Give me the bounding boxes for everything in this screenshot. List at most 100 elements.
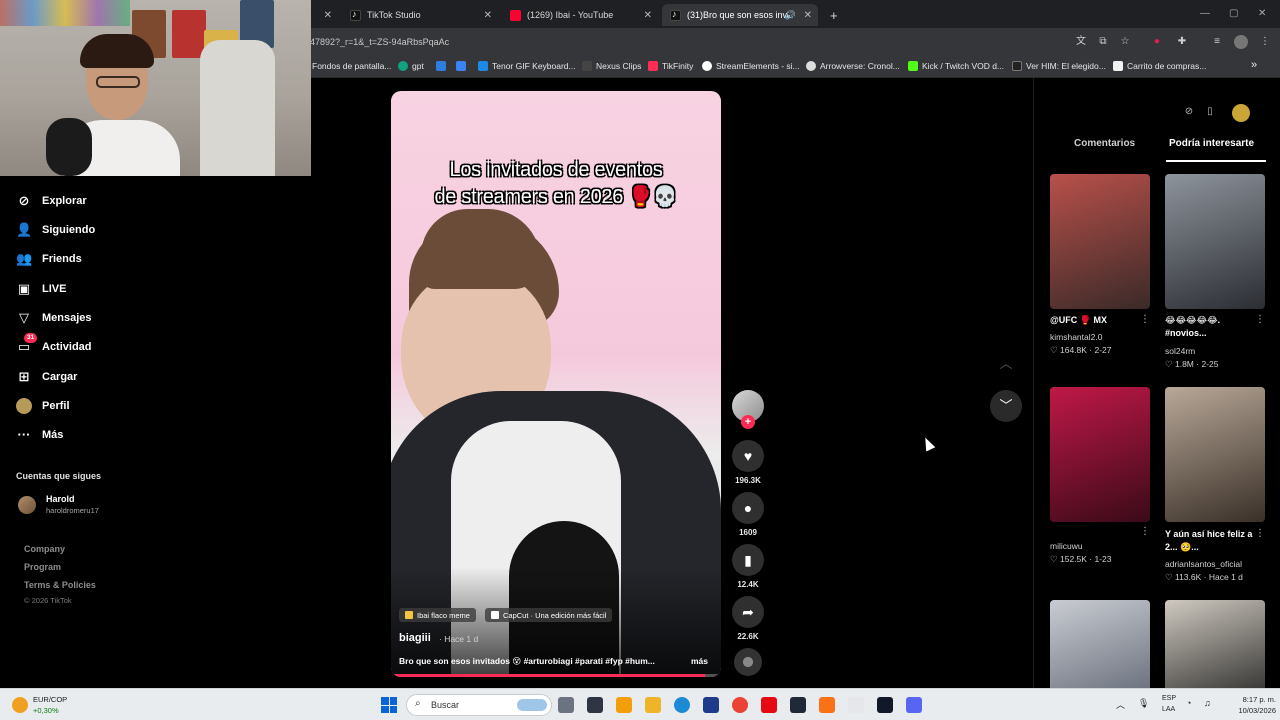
bookmark-item[interactable]: Carrito de compras... (1113, 61, 1206, 71)
card-title[interactable]: Y aún así hice feliz a 2... 🥺... (1165, 528, 1257, 554)
card-title[interactable]: 😂😂😂😂😂. #novios... (1165, 314, 1257, 340)
next-video-button[interactable]: ﹀ (990, 390, 1022, 422)
sidebar-item-cargar[interactable]: ⊞ Cargar (16, 369, 78, 385)
extensions-puzzle-icon[interactable]: ✚ (1175, 35, 1189, 49)
avatar[interactable] (1232, 104, 1250, 122)
footer-link-program[interactable]: Program (24, 562, 61, 572)
bookmark-item[interactable]: Nexus Clips (582, 61, 641, 71)
volume-icon[interactable]: ♫ (1204, 698, 1211, 708)
taskbar-app-icon[interactable] (616, 697, 632, 713)
video-player[interactable]: Los invitados de eventos de streamers en… (391, 91, 721, 677)
windows-start-icon[interactable] (381, 697, 397, 713)
save-button[interactable]: ▮ (732, 544, 764, 576)
translate-icon[interactable]: 文 (1074, 35, 1088, 49)
bookmark-item[interactable]: Fondos de pantalla... (312, 61, 391, 71)
media-icon[interactable]: ≡ (1210, 35, 1224, 49)
tab-youtube[interactable]: (1269) Ibai - YouTube ✕ (502, 4, 658, 26)
tab-previous[interactable]: ✕ (316, 4, 338, 26)
taskbar-search[interactable]: ⌕ Buscar (406, 694, 552, 716)
taskbar-app-icon[interactable] (674, 697, 690, 713)
video-thumbnail[interactable] (1050, 174, 1150, 309)
more-options-icon[interactable]: ⋮ (1255, 528, 1265, 539)
bookmark-item[interactable]: gpt (398, 61, 424, 71)
card-username[interactable]: kimshantal2.0 (1050, 332, 1102, 342)
menu-kebab-icon[interactable]: ⋮ (1258, 35, 1272, 49)
sidebar-item-siguiendo[interactable]: 👤 Siguiendo (16, 222, 95, 238)
video-author[interactable]: biagiii (399, 632, 431, 644)
sidebar-item-explorar[interactable]: ⊘ Explorar (16, 193, 87, 209)
music-disc-icon[interactable] (734, 648, 762, 676)
video-thumbnail[interactable] (1050, 600, 1150, 688)
bookmark-item[interactable]: Tenor GIF Keyboard... (478, 61, 576, 71)
tab-podria-interesarte[interactable]: Podría interesarte (1169, 138, 1254, 149)
card-title[interactable]: @UFC 🥊 MX (1050, 314, 1142, 327)
sidebar-item-perfil[interactable]: Perfil (16, 398, 70, 414)
extension-icon[interactable]: ● (1150, 35, 1164, 49)
bookmark-item[interactable]: Arrowverse: Cronol... (806, 61, 900, 71)
url-text[interactable]: 47892?_r=1&_t=ZS-94aRbsPqaAc (310, 37, 449, 47)
widget-currency[interactable]: EUR/COP (33, 695, 67, 704)
following-account-name[interactable]: Harold (46, 494, 75, 504)
sidebar-item-actividad[interactable]: ▭ 31 Actividad (16, 333, 92, 355)
taskbar-app-icon[interactable] (732, 697, 748, 713)
cast-icon[interactable]: ⧉ (1096, 35, 1110, 49)
taskbar-app-icon[interactable] (819, 697, 835, 713)
chevron-up-icon[interactable]: ︿ (1116, 698, 1125, 711)
taskbar-app-icon[interactable] (703, 697, 719, 713)
sidebar-item-mensajes[interactable]: ▽ Mensajes (16, 310, 92, 326)
tab-comentarios[interactable]: Comentarios (1074, 138, 1135, 149)
speaker-icon[interactable]: 🔊 (785, 10, 796, 21)
more-options-icon[interactable]: ⋮ (1140, 314, 1150, 325)
tab-tiktok-studio[interactable]: TikTok Studio ✕ (342, 4, 498, 26)
weather-icon[interactable] (12, 697, 28, 713)
microphone-icon[interactable]: 🎙 (1138, 698, 1149, 709)
clock-time[interactable]: 8:17 p. m. (1226, 695, 1276, 704)
taskbar-app-icon[interactable] (790, 697, 806, 713)
footer-link-company[interactable]: Company (24, 544, 65, 554)
more-bookmarks-button[interactable]: » (1251, 59, 1257, 71)
card-username[interactable]: milicuwu (1050, 541, 1083, 551)
language-indicator[interactable]: ESP (1162, 695, 1176, 702)
more-options-icon[interactable]: ⋮ (1255, 314, 1265, 325)
card-username[interactable]: sol24rm (1165, 346, 1195, 356)
video-tag-effect[interactable]: Ibai flaco meme (399, 608, 476, 622)
share-button[interactable]: ➦ (732, 596, 764, 628)
video-thumbnail[interactable] (1165, 174, 1265, 309)
window-close-icon[interactable]: ✕ (1258, 8, 1266, 19)
sidebar-item-live[interactable]: ▣ LIVE (16, 281, 67, 297)
taskbar-app-icon[interactable] (558, 697, 574, 713)
bookmark-item[interactable]: TikFinity (648, 61, 693, 71)
taskbar-app-icon[interactable] (587, 697, 603, 713)
close-icon[interactable]: ✕ (484, 10, 492, 21)
sidebar-item-friends[interactable]: 👥 Friends (16, 251, 82, 267)
bookmark-item[interactable]: StreamElements - si... (702, 61, 800, 71)
previous-video-button[interactable]: ︿ (990, 348, 1022, 380)
minimize-icon[interactable]: — (1200, 8, 1210, 19)
bookmark-item[interactable] (436, 61, 450, 71)
card-username[interactable]: adrianlsantos_oficial (1165, 559, 1242, 569)
footer-link-terms[interactable]: Terms & Policies (24, 580, 96, 590)
taskbar-app-icon[interactable] (645, 697, 661, 713)
taskbar-app-icon[interactable] (848, 697, 864, 713)
close-icon[interactable]: ✕ (644, 10, 652, 21)
sidebar-item-mas[interactable]: ··· Más (16, 427, 64, 443)
compass-icon[interactable]: ⊘ (1181, 104, 1197, 120)
close-icon[interactable]: ✕ (804, 10, 812, 21)
taskbar-app-icon[interactable] (761, 697, 777, 713)
like-button[interactable]: ♥ (732, 440, 764, 472)
taskbar-app-icon[interactable] (877, 697, 893, 713)
video-thumbnail[interactable] (1050, 387, 1150, 522)
new-tab-button[interactable]: + (822, 4, 842, 26)
taskbar-app-icon[interactable] (906, 697, 922, 713)
description-more-button[interactable]: más (691, 656, 708, 666)
bookmark-star-icon[interactable]: ☆ (1118, 35, 1132, 49)
comment-button[interactable]: ● (732, 492, 764, 524)
bookmark-item[interactable]: Kick / Twitch VOD d... (908, 61, 1004, 71)
maximize-icon[interactable]: ▢ (1229, 8, 1238, 19)
video-tag-capcut[interactable]: CapCut · Una edición más fácil (485, 608, 613, 622)
bookmark-item[interactable] (456, 61, 470, 71)
profile-avatar-icon[interactable] (1234, 35, 1248, 49)
more-options-icon[interactable]: ⋮ (1140, 526, 1150, 537)
video-thumbnail[interactable] (1165, 600, 1265, 688)
bookmark-item[interactable]: Ver HIM: El elegido... (1012, 61, 1106, 71)
